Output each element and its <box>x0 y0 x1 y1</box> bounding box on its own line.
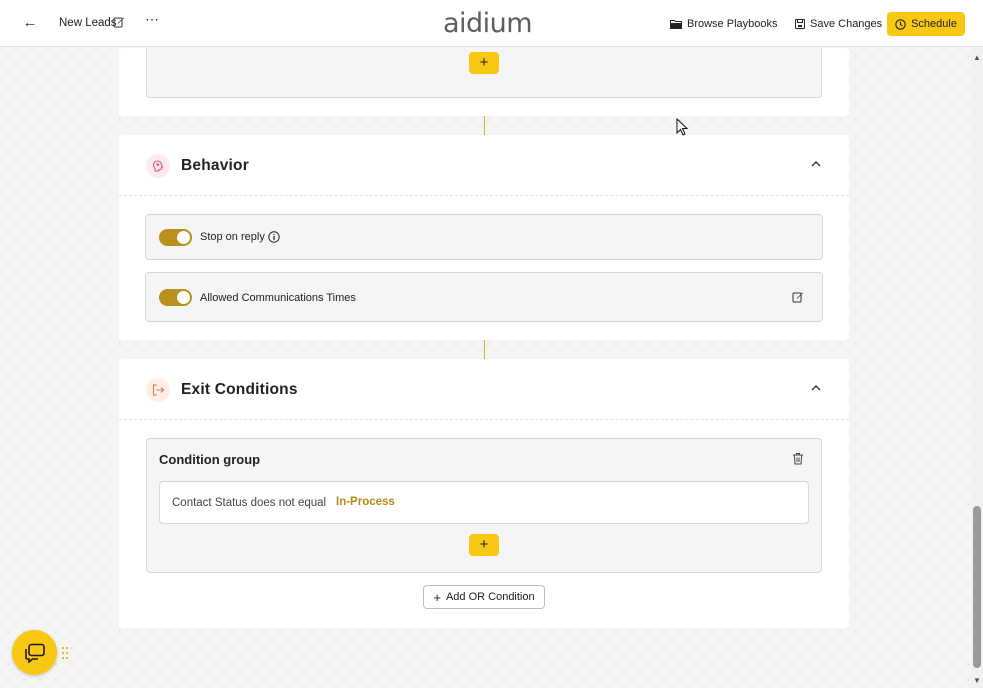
condition-text: Contact Status does not equal <box>172 497 327 509</box>
flow-connector <box>484 116 485 135</box>
save-changes-button[interactable]: Save Changes <box>795 12 882 36</box>
behavior-title: Behavior <box>181 157 249 174</box>
previous-section-card: + <box>119 48 849 116</box>
stop-on-reply-row: Stop on reply <box>145 214 823 260</box>
add-step-button[interactable]: + <box>469 52 499 74</box>
scroll-up-icon[interactable]: ▲ <box>973 53 981 62</box>
stop-on-reply-toggle[interactable] <box>159 229 192 246</box>
chevron-up-icon[interactable] <box>809 381 823 395</box>
clock-icon <box>895 18 906 30</box>
behavior-brain-icon <box>146 154 170 178</box>
chat-icon <box>24 643 45 663</box>
stop-on-reply-label: Stop on reply <box>200 231 265 243</box>
top-bar: ← New Leads ⋯ aidium Browse Playbooks Sa… <box>0 0 983 47</box>
browse-playbooks-label: Browse Playbooks <box>687 18 778 30</box>
edit-icon[interactable] <box>792 291 804 303</box>
exit-icon <box>146 378 170 402</box>
exit-conditions-card: Exit Conditions Condition group Contact … <box>119 359 849 628</box>
playbook-title: New Leads <box>59 17 117 29</box>
allowed-times-row: Allowed Communications Times <box>145 272 823 322</box>
behavior-header[interactable]: Behavior <box>119 135 849 196</box>
behavior-card: Behavior Stop on reply Allowed Communica… <box>119 135 849 340</box>
more-options-icon[interactable]: ⋯ <box>145 11 160 28</box>
add-or-condition-button[interactable]: + Add OR Condition <box>423 585 545 609</box>
add-or-condition-label: Add OR Condition <box>445 591 535 603</box>
condition-row[interactable]: Contact Status does not equal In-Process <box>159 481 809 524</box>
save-icon <box>795 19 805 29</box>
add-condition-button[interactable]: + <box>469 534 499 556</box>
allowed-times-label: Allowed Communications Times <box>200 292 356 304</box>
scroll-down-icon[interactable]: ▼ <box>973 676 981 685</box>
logo: aidium <box>443 8 533 39</box>
condition-group: Condition group Contact Status does not … <box>146 438 822 573</box>
save-changes-label: Save Changes <box>810 18 883 30</box>
trash-icon[interactable] <box>792 452 804 465</box>
schedule-label: Schedule <box>911 18 957 30</box>
chat-button[interactable] <box>12 630 57 675</box>
exit-conditions-title: Exit Conditions <box>181 381 298 398</box>
edit-title-icon[interactable] <box>113 16 125 28</box>
condition-value: In-Process <box>336 496 395 508</box>
condition-group-title: Condition group <box>159 452 261 467</box>
chevron-up-icon[interactable] <box>809 157 823 171</box>
allowed-times-toggle[interactable] <box>159 289 192 306</box>
scroll-thumb[interactable] <box>973 506 981 668</box>
previous-section-body: + <box>146 48 822 98</box>
back-arrow-icon[interactable]: ← <box>22 14 38 32</box>
info-icon[interactable] <box>268 231 280 243</box>
exit-conditions-header[interactable]: Exit Conditions <box>119 359 849 420</box>
schedule-button[interactable]: Schedule <box>887 12 965 36</box>
plus-icon: + <box>433 589 441 605</box>
drag-handle-icon[interactable] <box>61 646 69 660</box>
folder-icon <box>670 20 682 29</box>
vertical-scrollbar[interactable]: ▲ ▼ <box>971 48 983 688</box>
browse-playbooks-button[interactable]: Browse Playbooks <box>670 12 778 36</box>
mouse-cursor-icon <box>676 118 688 136</box>
flow-connector <box>484 340 485 359</box>
